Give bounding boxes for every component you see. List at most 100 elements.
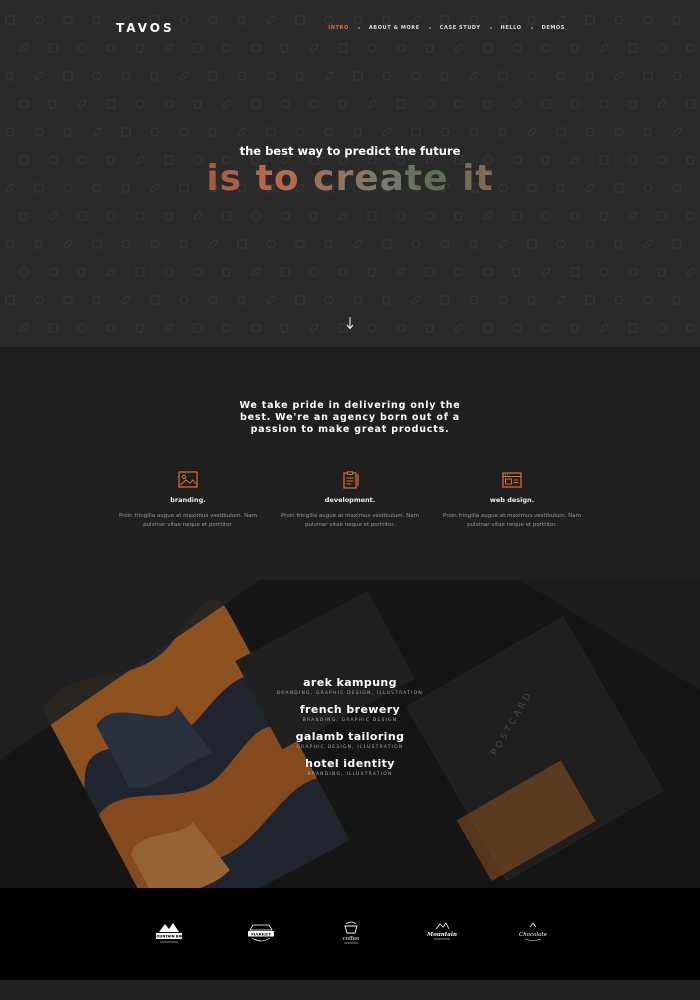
pattern-icon [440,295,450,305]
project-item[interactable]: hotel identity BRANDING, ILLUSTRATION [0,757,700,777]
pattern-icon [367,323,377,333]
pattern-icon [599,43,609,52]
pattern-icon [353,296,363,304]
pattern-icon [498,128,507,137]
service-description-line: pulvinar vitae neque et porttitor. [305,522,395,528]
pattern-icon [19,100,29,108]
pattern-icon [164,100,174,108]
pattern-icon [106,324,116,332]
pattern-icon [454,43,464,52]
pattern-icon [353,128,362,137]
project-tags: BRANDING, ILLUSTRATION [307,772,393,777]
pattern-icon [367,43,377,53]
pattern-icon [164,267,174,277]
pattern-icon [295,127,305,137]
pattern-icon [251,44,261,52]
service-title: branding. [170,496,206,504]
pattern-icon [614,295,624,305]
clipboard-icon [343,471,359,489]
pattern-icon [469,128,479,136]
project-title[interactable]: arek kampung [0,676,700,689]
pattern-icon [19,212,28,221]
nav-item-hello[interactable]: HELLO [492,25,531,31]
pattern-icon [222,211,232,221]
pattern-icon [106,211,116,221]
service-branding: branding. Proin fringilla augue at maxim… [113,471,263,530]
pattern-icon [396,211,406,221]
pattern-icon [251,99,261,109]
project-title[interactable]: galamb tailoring [0,730,700,743]
pattern-icon [135,44,144,53]
pattern-icon [628,100,637,109]
pattern-icon [585,295,595,305]
pattern-icon [628,268,638,276]
project-item[interactable]: galamb tailoring GRAPHIC DESIGN, ILLUSTR… [0,730,700,750]
pattern-icon [614,128,624,136]
pattern-icon [280,44,289,53]
pattern-icon [469,295,479,305]
pattern-icon [628,43,638,53]
nav-item-intro[interactable]: INTRO [319,25,358,31]
pattern-icon [135,212,145,220]
pattern-icon [34,128,44,136]
pattern-icon [599,267,609,277]
pattern-icon [63,239,73,248]
pattern-icon [193,43,203,53]
pattern-icon [657,211,667,221]
project-item[interactable]: arek kampung BRANDING, GRAPHIC DESIGN, I… [0,676,700,696]
pattern-icon [628,323,638,333]
pattern-icon [338,268,348,276]
svg-text:Chocolate: Chocolate [519,932,548,938]
pattern-icon [338,100,347,109]
pattern-icon [121,295,131,304]
pattern-icon [48,268,58,276]
pattern-icon [5,72,14,81]
pattern-icon [672,296,681,305]
pattern-icon [150,72,159,81]
pattern-icon [411,239,421,249]
footer-edge [0,980,700,1000]
pattern-icon [222,323,232,333]
pattern-icon [527,296,536,305]
pattern-icon [643,128,652,137]
pattern-icon [150,240,160,248]
site-logo[interactable]: TAVOS [116,21,175,35]
project-title[interactable]: hotel identity [0,757,700,770]
pattern-icon [280,324,289,333]
hero-title: is to create it [0,158,700,199]
pattern-icon [34,295,44,305]
nav-item-demos[interactable]: DEMOS [533,25,574,31]
pattern-icon [222,99,232,108]
top-navigation: TAVOS INTRO ABOUT & MORE CASE STUDY HELL… [0,18,700,40]
pattern-icon [77,99,87,108]
pattern-icon [454,323,464,332]
pattern-icon [541,99,551,109]
pattern-icon [309,43,319,52]
nav-item-case-study[interactable]: CASE STUDY [431,25,490,31]
pattern-icon [251,211,261,221]
nav-item-about[interactable]: ABOUT & MORE [360,25,429,31]
pattern-icon [556,239,566,249]
pattern-icon [599,323,609,332]
project-title[interactable]: french brewery [0,703,700,716]
pattern-icon [396,44,406,52]
arrow-down-icon[interactable] [345,316,355,330]
pattern-icon [614,71,624,80]
pattern-icon [135,324,144,333]
pattern-icon [19,323,29,332]
pattern-icon [440,72,449,81]
pattern-icon [48,43,58,53]
pattern-icon [512,323,522,333]
project-item[interactable]: french brewery BRANDING, GRAPHIC DESIGN [0,703,700,723]
pattern-icon [237,239,247,249]
clients-logo-strip: MOUNTAIN BIKE MARKET coffee Mountain Cho… [0,888,700,980]
service-description-line: Proin fringilla augue at maximus vestibu… [119,513,257,519]
pattern-icon [425,44,434,53]
pattern-icon [251,267,261,276]
pattern-icon [686,211,696,221]
pattern-icon [338,211,348,220]
pattern-icon [425,267,435,277]
pattern-icon [353,71,363,81]
pattern-icon [570,212,580,220]
pattern-icon [454,267,464,277]
